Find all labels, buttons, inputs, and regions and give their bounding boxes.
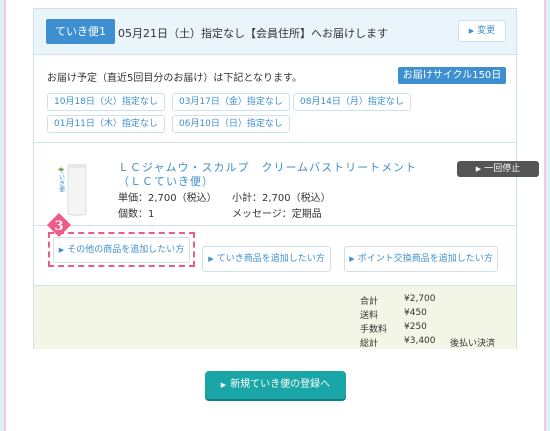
add-teiki-button[interactable]: ▶ ていき商品を追加したい方 <box>202 246 331 272</box>
schedule-date: 01月11日（木）指定なし <box>47 115 165 133</box>
unit-price: 単価：2,700（税込） <box>118 193 217 204</box>
triangle-right-icon: ▶ <box>220 381 227 389</box>
product-image: ていき便 <box>52 164 92 216</box>
pause-button[interactable]: ▶ 一回停止 <box>457 161 539 177</box>
divider <box>34 225 516 226</box>
message: メッセージ：定期品 <box>232 209 322 220</box>
plan-tag: ていき便1 <box>46 19 115 44</box>
svg-text:3: 3 <box>54 219 63 234</box>
svg-text:ていき便: ていき便 <box>58 168 65 193</box>
fee-value: ¥250 <box>404 322 427 332</box>
divider <box>34 142 516 143</box>
schedule-date: 03月17日（金）指定なし <box>172 93 290 111</box>
shipping-label: 送料 <box>360 311 379 321</box>
add-points-button[interactable]: ▶ ポイント交換商品を追加したい方 <box>344 246 498 272</box>
schedule-date: 06月10日（日）指定なし <box>172 115 290 133</box>
delivery-text: 05月21日（土）指定なし【会員住所】へお届けします <box>118 27 388 40</box>
quantity: 個数：1 <box>118 209 155 220</box>
payment-method: 後払い決済 <box>450 339 496 349</box>
triangle-right-icon: ▶ <box>475 165 482 173</box>
cycle-badge: お届けサイクル150日 <box>398 67 506 84</box>
register-new-teiki-button[interactable]: ▶ 新規ていき便の登録へ <box>205 371 346 399</box>
totals-area: 合計 ¥2,700 送料 ¥450 手数料 ¥250 総計 ¥3,400 後払い… <box>34 285 516 349</box>
panel-header: ていき便1 05月21日（土）指定なし【会員住所】へお届けします ▶ 変更 <box>34 9 516 55</box>
total-label: 合計 <box>360 297 379 307</box>
product-name[interactable]: ＬＣジャムウ・スカルプ クリームバストリートメント（ＬＣていき便） <box>118 161 418 189</box>
schedule-intro: お届け予定（直近5回目分のお届け）は下記となります。 <box>47 73 303 84</box>
fee-label: 手数料 <box>360 325 388 335</box>
schedule-date: 10月18日（火）指定なし <box>47 93 165 111</box>
schedule-date: 08月14日（月）指定なし <box>293 93 411 111</box>
change-button[interactable]: ▶ 変更 <box>458 20 506 42</box>
triangle-right-icon: ▶ <box>349 255 355 263</box>
subtotal: 小計：2,700（税込） <box>232 193 331 204</box>
grand-total-label: 総計 <box>360 339 379 349</box>
teiki-panel: ていき便1 05月21日（土）指定なし【会員住所】へお届けします ▶ 変更 お届け… <box>33 8 539 349</box>
total-value: ¥2,700 <box>404 294 436 304</box>
triangle-right-icon: ▶ <box>468 27 475 35</box>
grand-total-value: ¥3,400 <box>404 336 436 346</box>
triangle-right-icon: ▶ <box>208 255 214 263</box>
shipping-value: ¥450 <box>404 308 427 318</box>
step-number-badge: 3 <box>46 212 72 238</box>
